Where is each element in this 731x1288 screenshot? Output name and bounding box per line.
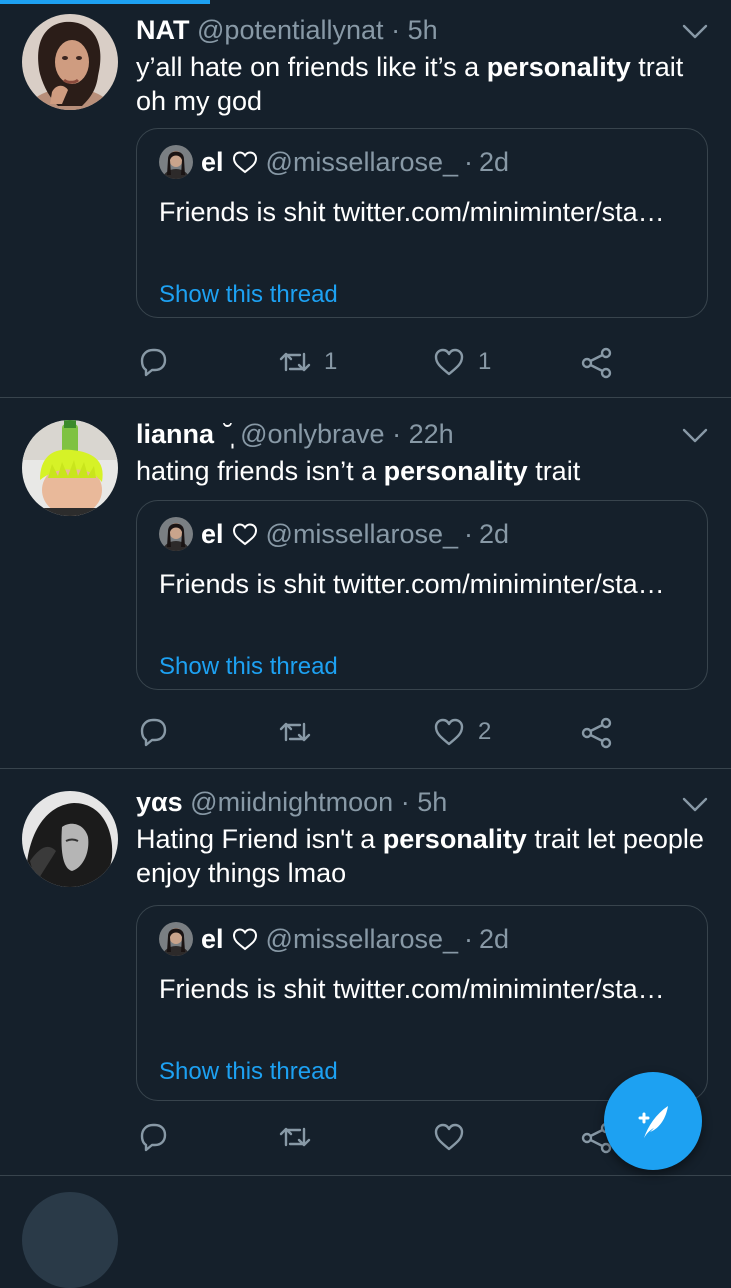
avatar[interactable] bbox=[22, 791, 118, 887]
like-icon bbox=[434, 718, 464, 746]
quoted-user-handle: @missellarose_ bbox=[265, 147, 458, 177]
user-handle[interactable]: @onlybrave bbox=[240, 419, 384, 449]
tweet-text: y’all hate on friends like it’s a person… bbox=[136, 52, 684, 116]
reply-icon bbox=[140, 718, 167, 747]
quoted-display-name: el bbox=[201, 924, 224, 954]
tweet-text: Hating Friend isn't a personality trait … bbox=[136, 824, 704, 888]
quoted-avatar bbox=[159, 517, 193, 551]
separator: · bbox=[464, 147, 473, 177]
tweet-header: lianna ˘̩̩̩ @onlybrave · 22h bbox=[136, 418, 671, 450]
retweet-count: 1 bbox=[324, 348, 338, 375]
retweet-button[interactable] bbox=[278, 716, 324, 748]
chevron-down-icon[interactable] bbox=[681, 426, 709, 446]
avatar[interactable] bbox=[22, 14, 118, 110]
retweet-button[interactable]: 1 bbox=[278, 346, 337, 378]
name-emoji: ˘̩̩̩ bbox=[223, 419, 233, 449]
display-name[interactable]: yαs bbox=[136, 787, 183, 817]
reply-button[interactable] bbox=[136, 1121, 170, 1153]
reply-icon bbox=[140, 348, 167, 377]
quoted-avatar bbox=[159, 145, 193, 179]
show-thread-link[interactable]: Show this thread bbox=[159, 1058, 338, 1086]
quoted-text: Friends is shit twitter.com/miniminter/s… bbox=[159, 569, 665, 599]
separator: · bbox=[392, 419, 402, 449]
quoted-text: Friends is shit twitter.com/miniminter/s… bbox=[159, 197, 665, 227]
heart-outline-icon bbox=[232, 150, 258, 174]
next-tweet-avatar[interactable] bbox=[22, 1192, 118, 1288]
timestamp[interactable]: 22h bbox=[409, 419, 454, 449]
quoted-timestamp: 2d bbox=[479, 924, 510, 954]
compose-tweet-icon bbox=[638, 1106, 668, 1138]
retweet-icon bbox=[279, 352, 311, 372]
like-button[interactable]: 2 bbox=[432, 716, 491, 748]
quoted-user-handle: @missellarose_ bbox=[265, 924, 458, 954]
like-count: 1 bbox=[478, 348, 492, 375]
separator: · bbox=[400, 787, 410, 817]
quoted-timestamp: 2d bbox=[479, 147, 510, 177]
like-button[interactable]: 1 bbox=[432, 346, 491, 378]
retweet-icon bbox=[279, 1127, 311, 1147]
like-icon bbox=[434, 348, 464, 376]
quoted-tweet-card[interactable]: el @missellarose_ · 2d Friends is shit t… bbox=[136, 128, 708, 318]
share-button[interactable] bbox=[580, 346, 614, 380]
quoted-avatar bbox=[159, 922, 193, 956]
separator: · bbox=[391, 15, 401, 45]
share-icon bbox=[581, 347, 612, 379]
tweet-item[interactable]: NAT @potentiallynat · 5h y’all hate on f… bbox=[0, 0, 731, 398]
quoted-display-name: el bbox=[201, 147, 224, 177]
chevron-down-icon[interactable] bbox=[681, 22, 709, 42]
like-icon bbox=[434, 1123, 464, 1151]
like-button[interactable] bbox=[432, 1121, 466, 1153]
user-handle[interactable]: @miidnightmoon bbox=[190, 787, 393, 817]
display-name[interactable]: NAT bbox=[136, 15, 190, 45]
retweet-button[interactable] bbox=[278, 1121, 312, 1153]
quoted-timestamp: 2d bbox=[479, 519, 510, 549]
reply-button[interactable] bbox=[136, 716, 170, 748]
separator: · bbox=[464, 924, 473, 954]
tweet-item[interactable]: lianna ˘̩̩̩ @onlybrave · 22h hating frie… bbox=[0, 398, 731, 769]
show-thread-link[interactable]: Show this thread bbox=[159, 281, 338, 309]
timestamp[interactable]: 5h bbox=[417, 787, 447, 817]
share-icon bbox=[581, 717, 612, 749]
compose-tweet-button[interactable] bbox=[604, 1072, 702, 1170]
quoted-display-name: el bbox=[201, 519, 224, 549]
tweet-text: hating friends isn’t a personality trait bbox=[136, 456, 581, 486]
heart-outline-icon bbox=[232, 927, 258, 951]
quoted-tweet-card[interactable]: el @missellarose_ · 2d Friends is shit t… bbox=[136, 500, 708, 690]
retweet-icon bbox=[279, 722, 311, 742]
display-name[interactable]: lianna bbox=[136, 419, 214, 449]
share-button[interactable] bbox=[580, 716, 614, 750]
chevron-down-icon[interactable] bbox=[681, 795, 709, 815]
quoted-text: Friends is shit twitter.com/miniminter/s… bbox=[159, 974, 665, 1004]
tweet-header: yαs @miidnightmoon · 5h bbox=[136, 786, 671, 818]
heart-outline-icon bbox=[232, 522, 258, 546]
avatar[interactable] bbox=[22, 420, 118, 516]
reply-button[interactable] bbox=[136, 346, 170, 378]
reply-icon bbox=[140, 1123, 167, 1152]
quoted-user-handle: @missellarose_ bbox=[265, 519, 458, 549]
timestamp[interactable]: 5h bbox=[408, 15, 438, 45]
user-handle[interactable]: @potentiallynat bbox=[197, 15, 384, 45]
separator: · bbox=[464, 519, 473, 549]
quoted-tweet-card[interactable]: el @missellarose_ · 2d Friends is shit t… bbox=[136, 905, 708, 1101]
like-count: 2 bbox=[478, 718, 492, 745]
tweet-header: NAT @potentiallynat · 5h bbox=[136, 14, 671, 46]
show-thread-link[interactable]: Show this thread bbox=[159, 653, 338, 681]
